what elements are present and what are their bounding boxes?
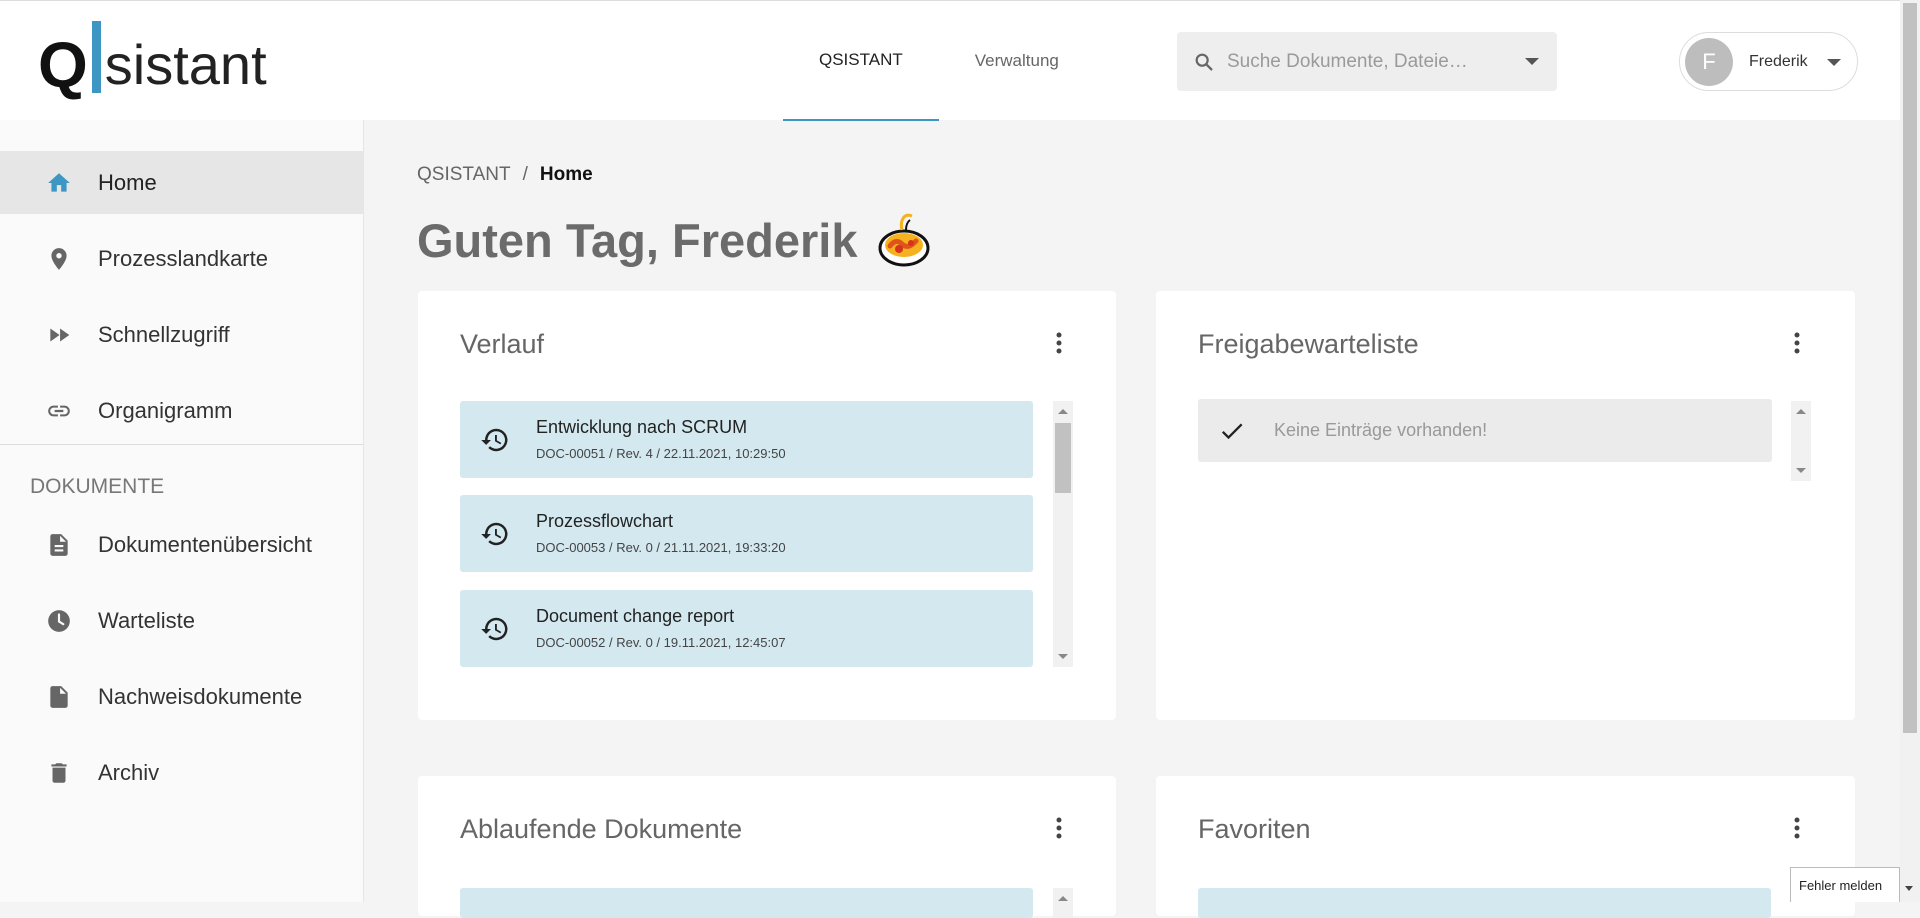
sidebar-item-schnellzugriff[interactable]: Schnellzugriff — [0, 303, 363, 366]
chevron-down-icon[interactable] — [1827, 59, 1841, 66]
user-name: Frederik — [1749, 52, 1808, 70]
tab-qsistant[interactable]: QSISTANT — [783, 1, 939, 121]
verlauf-card: Verlauf Entwicklung nach SCRUM DOC-00051… — [418, 291, 1116, 720]
sidebar-item-warteliste[interactable]: Warteliste — [0, 589, 363, 652]
home-icon — [45, 169, 73, 197]
scroll-up-icon[interactable] — [1796, 409, 1806, 414]
freigabe-scrollbar[interactable] — [1791, 401, 1811, 481]
top-header: Q sistant QSISTANT Verwaltung F Frederik — [0, 0, 1900, 121]
favoriten-card: Favoriten — [1156, 776, 1855, 918]
logo-accent-bar — [91, 21, 101, 93]
link-icon — [45, 397, 73, 425]
trash-icon — [45, 759, 73, 787]
search-box[interactable] — [1177, 32, 1557, 91]
sidebar-item-label: Nachweisdokumente — [98, 683, 303, 709]
sidebar-item-label: Archiv — [98, 759, 160, 785]
empty-state-text: Keine Einträge vorhanden! — [1274, 420, 1488, 440]
more-vert-icon[interactable] — [1047, 331, 1071, 355]
scroll-up-icon[interactable] — [1058, 896, 1068, 901]
avatar: F — [1685, 37, 1733, 86]
scrollbar-thumb[interactable] — [1903, 3, 1917, 733]
list-item[interactable]: Document change report DOC-00052 / Rev. … — [460, 590, 1033, 667]
search-icon — [1195, 53, 1213, 71]
list-item-subtitle: DOC-00053 / Rev. 0 / 21.11.2021, 19:33:2… — [536, 540, 786, 555]
breadcrumb: QSISTANT / Home — [417, 164, 593, 186]
top-navigation: QSISTANT Verwaltung — [783, 1, 1095, 121]
page-title: Guten Tag, Frederik — [417, 212, 932, 268]
list-item-title: Entwicklung nach SCRUM — [536, 417, 748, 437]
breadcrumb-current: Home — [539, 164, 593, 185]
sidebar-item-label: Organigramm — [98, 397, 233, 423]
card-title: Freigabewarteliste — [1198, 329, 1419, 359]
sidebar-item-label: Warteliste — [98, 607, 195, 633]
logo-text: sistant — [104, 33, 267, 96]
search-input[interactable] — [1225, 49, 1519, 74]
sidebar: Home Prozesslandkarte Schnellzugriff Org… — [0, 120, 364, 902]
more-vert-icon[interactable] — [1785, 331, 1809, 355]
scroll-down-icon[interactable] — [1796, 468, 1806, 473]
greeting-text: Guten Tag, Frederik — [417, 213, 858, 267]
sidebar-item-dokumentenuebersicht[interactable]: Dokumentenübersicht — [0, 513, 363, 576]
list-item[interactable]: Prozessflowchart DOC-00053 / Rev. 0 / 21… — [460, 495, 1033, 572]
sidebar-item-home[interactable]: Home — [0, 151, 363, 214]
more-vert-icon[interactable] — [1047, 816, 1071, 840]
sidebar-item-organigramm[interactable]: Organigramm — [0, 379, 363, 442]
noodle-bowl-icon — [878, 213, 929, 267]
fast-forward-icon — [45, 321, 73, 349]
sidebar-section-title: DOKUMENTE — [30, 475, 165, 498]
sidebar-divider — [0, 444, 363, 445]
sidebar-item-label: Prozesslandkarte — [98, 245, 268, 271]
list-item[interactable] — [1198, 888, 1771, 918]
breadcrumb-separator: / — [522, 164, 528, 185]
clock-icon — [45, 607, 73, 635]
chevron-down-icon — [1905, 886, 1913, 891]
check-icon — [1221, 423, 1243, 440]
list-item-subtitle: DOC-00052 / Rev. 0 / 19.11.2021, 12:45:0… — [536, 635, 786, 650]
sidebar-item-label: Schnellzugriff — [98, 321, 230, 347]
freigabewarteliste-card: Freigabewarteliste Keine Einträge vorhan… — [1156, 291, 1855, 720]
sidebar-item-prozesslandkarte[interactable]: Prozesslandkarte — [0, 227, 363, 290]
history-icon — [481, 617, 508, 641]
scrollbar-thumb[interactable] — [1055, 423, 1071, 493]
breadcrumb-root[interactable]: QSISTANT — [417, 164, 511, 185]
logo-letter: Q — [38, 29, 88, 101]
ablaufend-scrollbar[interactable] — [1053, 888, 1073, 918]
scroll-up-icon[interactable] — [1058, 409, 1068, 414]
report-bug-label: Fehler melden — [1799, 877, 1883, 893]
scroll-down-icon[interactable] — [1058, 654, 1068, 659]
map-pin-icon — [45, 245, 73, 273]
verlauf-scrollbar[interactable] — [1053, 401, 1073, 667]
tab-verwaltung[interactable]: Verwaltung — [939, 1, 1095, 121]
history-icon — [481, 428, 508, 452]
search-dropdown-icon[interactable] — [1525, 58, 1539, 65]
sidebar-item-label: Dokumentenübersicht — [98, 531, 313, 557]
app-logo[interactable]: Q sistant — [38, 21, 267, 103]
document-icon — [45, 531, 73, 559]
empty-state: Keine Einträge vorhanden! — [1198, 399, 1772, 462]
history-icon — [481, 522, 508, 546]
report-bug-button[interactable]: Fehler melden — [1790, 867, 1913, 902]
more-vert-icon[interactable] — [1785, 816, 1809, 840]
list-item[interactable] — [460, 888, 1033, 918]
list-item-subtitle: DOC-00051 / Rev. 4 / 22.11.2021, 10:29:5… — [536, 446, 786, 461]
sidebar-item-nachweisdokumente[interactable]: Nachweisdokumente — [0, 665, 363, 728]
user-menu[interactable]: F Frederik — [1679, 32, 1858, 91]
card-title: Verlauf — [460, 329, 545, 359]
sidebar-item-label: Home — [98, 169, 157, 195]
file-icon — [45, 683, 73, 711]
list-item-title: Document change report — [536, 606, 735, 626]
card-title: Favoriten — [1198, 814, 1311, 844]
list-item-title: Prozessflowchart — [536, 511, 674, 531]
page-scrollbar[interactable] — [1900, 0, 1920, 902]
sidebar-item-archiv[interactable]: Archiv — [0, 741, 363, 804]
list-item[interactable]: Entwicklung nach SCRUM DOC-00051 / Rev. … — [460, 401, 1033, 478]
ablaufende-dokumente-card: Ablaufende Dokumente — [418, 776, 1116, 918]
card-title: Ablaufende Dokumente — [460, 814, 743, 844]
